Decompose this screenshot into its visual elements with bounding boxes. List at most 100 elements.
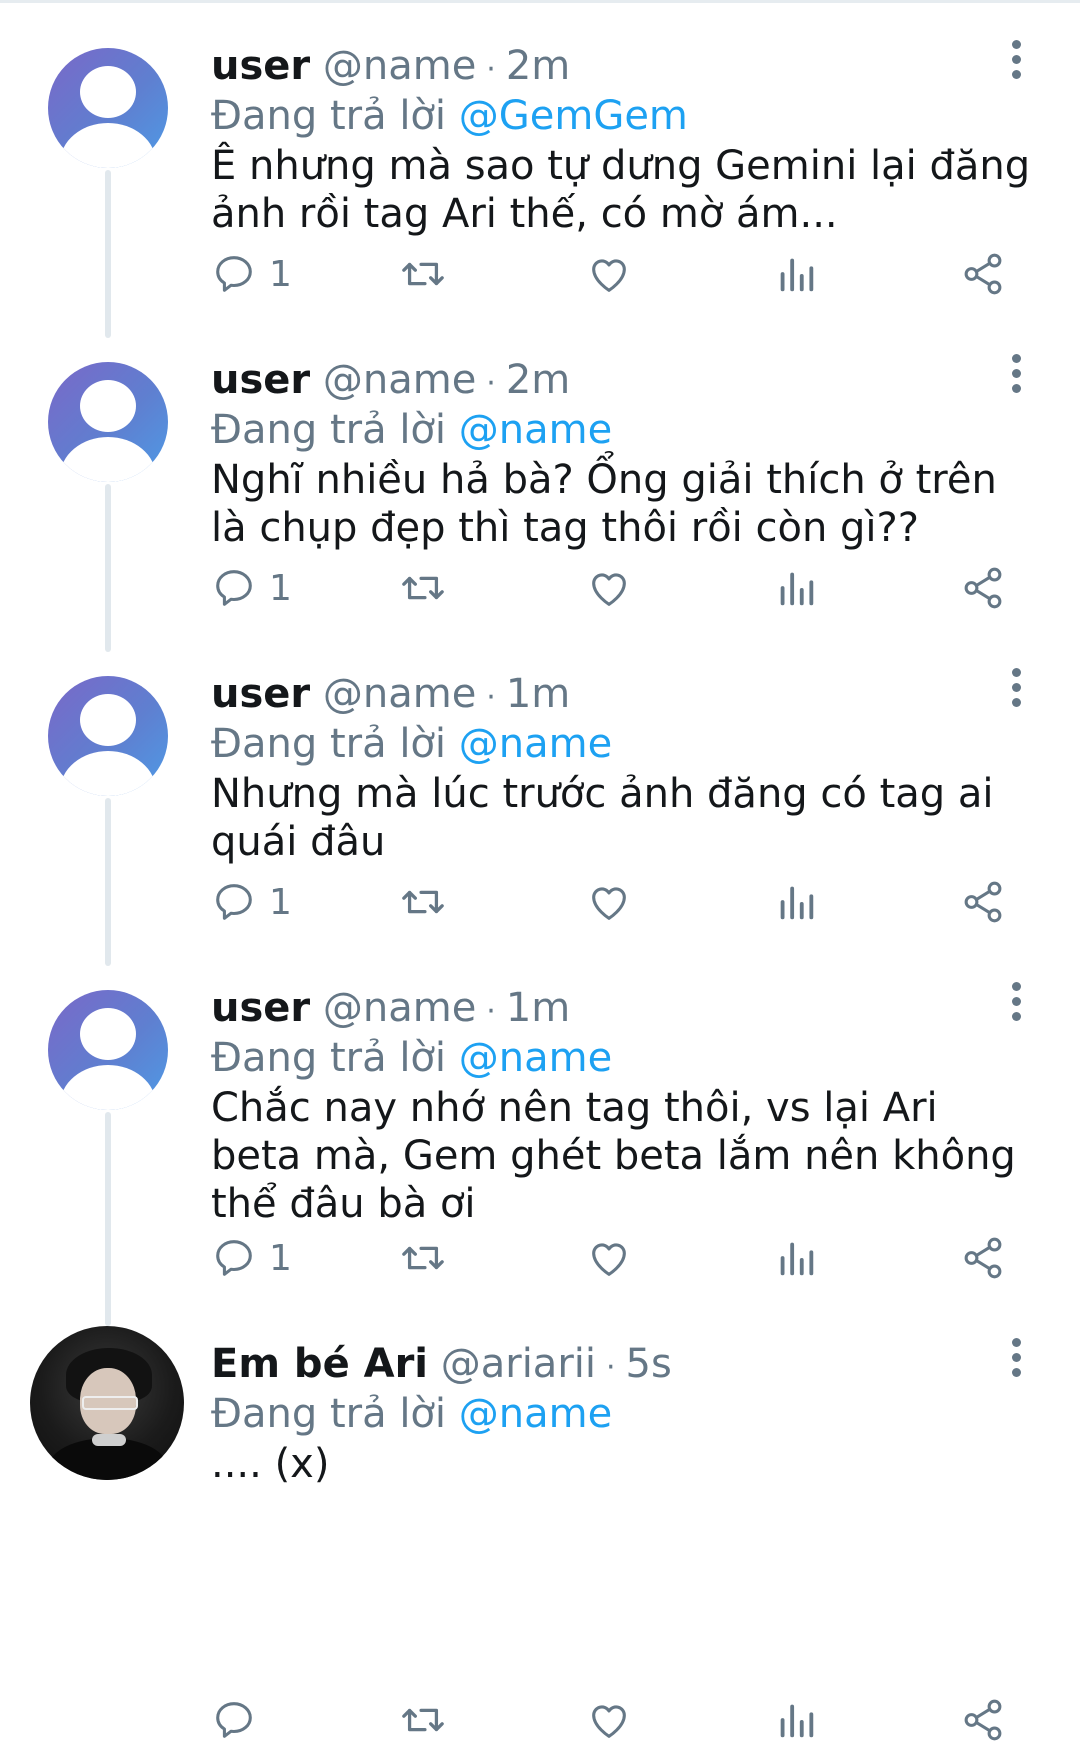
author-name[interactable]: user <box>211 671 310 717</box>
reply-count: 1 <box>269 881 292 923</box>
analytics-button[interactable] <box>774 1690 818 1750</box>
replying-to-label: Đang trả lời <box>211 407 447 453</box>
tweet-actions <box>0 1690 1080 1750</box>
replying-to: Đang trả lời @name <box>211 714 612 774</box>
analytics-icon <box>780 1242 814 1276</box>
like-button[interactable] <box>586 1228 632 1288</box>
retweet-icon <box>402 576 444 600</box>
author-name[interactable]: user <box>211 43 310 89</box>
author-name[interactable]: user <box>211 985 310 1031</box>
replying-to-label: Đang trả lời <box>211 1391 447 1437</box>
share-button[interactable] <box>960 244 1006 304</box>
reply-icon <box>216 570 252 606</box>
reply-button[interactable]: 1 <box>211 872 292 932</box>
thread-line <box>105 1112 111 1326</box>
separator-dot: · <box>486 680 496 715</box>
avatar-glasses <box>82 1396 138 1410</box>
reply-count: 1 <box>269 567 292 609</box>
replying-to-mention[interactable]: @name <box>459 721 612 767</box>
like-button[interactable] <box>586 244 632 304</box>
timestamp[interactable]: 1m <box>506 671 570 717</box>
share-icon <box>964 881 1002 923</box>
more-options-icon[interactable] <box>1002 980 1030 1024</box>
reply-thread: user @name · 2m Đang trả lời @GemGem Ê như… <box>0 0 1080 1754</box>
share-button[interactable] <box>960 872 1006 932</box>
top-divider <box>0 0 1080 3</box>
analytics-button[interactable] <box>774 872 818 932</box>
avatar[interactable] <box>48 990 168 1110</box>
tweet-text: .... (x) <box>211 1441 330 1487</box>
avatar[interactable] <box>30 1326 184 1480</box>
avatar[interactable] <box>48 676 168 796</box>
reply-button[interactable] <box>211 1690 269 1750</box>
like-button[interactable] <box>586 1690 632 1750</box>
reply-count: 1 <box>269 253 292 295</box>
like-icon <box>592 1243 626 1276</box>
like-button[interactable] <box>586 872 632 932</box>
share-button[interactable] <box>960 1690 1006 1750</box>
author-handle[interactable]: @name <box>323 671 476 717</box>
replying-to: Đang trả lời @GemGem <box>211 86 688 146</box>
share-icon <box>964 1237 1002 1279</box>
analytics-icon <box>780 886 814 920</box>
tweet-actions: 1 <box>0 558 1080 618</box>
tweet-text: Ê nhưng mà sao tự dưng Gemini lại đăng ả… <box>211 143 1031 237</box>
like-button[interactable] <box>586 558 632 618</box>
timestamp[interactable]: 2m <box>506 43 570 89</box>
analytics-button[interactable] <box>774 558 818 618</box>
avatar[interactable] <box>48 362 168 482</box>
author-handle[interactable]: @name <box>323 357 476 403</box>
retweet-button[interactable] <box>398 244 448 304</box>
author-name[interactable]: Em bé Ari <box>211 1341 428 1387</box>
more-options-icon[interactable] <box>1002 352 1030 396</box>
retweet-button[interactable] <box>398 1228 448 1288</box>
retweet-icon <box>402 890 444 914</box>
retweet-button[interactable] <box>398 558 448 618</box>
replying-to-mention[interactable]: @GemGem <box>459 93 688 139</box>
replying-to: Đang trả lời @name <box>211 400 612 460</box>
retweet-icon <box>402 1246 444 1270</box>
share-icon <box>964 567 1002 609</box>
retweet-button[interactable] <box>398 872 448 932</box>
author-handle[interactable]: @ariarii <box>441 1341 596 1387</box>
retweet-icon <box>402 1708 444 1732</box>
timestamp[interactable]: 1m <box>506 985 570 1031</box>
analytics-button[interactable] <box>774 244 818 304</box>
analytics-icon <box>780 258 814 292</box>
tweet-text: Chắc nay nhớ nên tag thôi, vs lại Ari be… <box>211 1085 1016 1227</box>
avatar-shoulders <box>60 751 156 796</box>
timestamp[interactable]: 2m <box>506 357 570 403</box>
reply-button[interactable]: 1 <box>211 244 292 304</box>
retweet-button[interactable] <box>398 1690 448 1750</box>
avatar[interactable] <box>48 48 168 168</box>
avatar-shoulders <box>60 123 156 168</box>
share-button[interactable] <box>960 1228 1006 1288</box>
more-options-icon[interactable] <box>1002 666 1030 710</box>
reply-icon <box>216 884 252 920</box>
replying-to-label: Đang trả lời <box>211 721 447 767</box>
timestamp[interactable]: 5s <box>626 1341 672 1387</box>
avatar-head <box>80 66 136 118</box>
replying-to-mention[interactable]: @name <box>459 1391 612 1437</box>
reply-icon <box>216 1240 252 1276</box>
like-icon <box>592 1705 626 1738</box>
replying-to-label: Đang trả lời <box>211 1035 447 1081</box>
share-button[interactable] <box>960 558 1006 618</box>
reply-button[interactable]: 1 <box>211 558 292 618</box>
share-icon <box>964 253 1002 295</box>
more-options-icon[interactable] <box>1002 1336 1030 1380</box>
analytics-button[interactable] <box>774 1228 818 1288</box>
author-name[interactable]: user <box>211 357 310 403</box>
replying-to-mention[interactable]: @name <box>459 1035 612 1081</box>
avatar-head <box>80 1008 136 1060</box>
separator-dot: · <box>486 366 496 401</box>
author-handle[interactable]: @name <box>323 985 476 1031</box>
like-icon <box>592 259 626 292</box>
more-options-icon[interactable] <box>1002 38 1030 82</box>
reply-button[interactable]: 1 <box>211 1228 292 1288</box>
author-handle[interactable]: @name <box>323 43 476 89</box>
replying-to-mention[interactable]: @name <box>459 407 612 453</box>
analytics-icon <box>780 572 814 606</box>
tweet-actions: 1 <box>0 872 1080 932</box>
reply-count: 1 <box>269 1237 292 1279</box>
